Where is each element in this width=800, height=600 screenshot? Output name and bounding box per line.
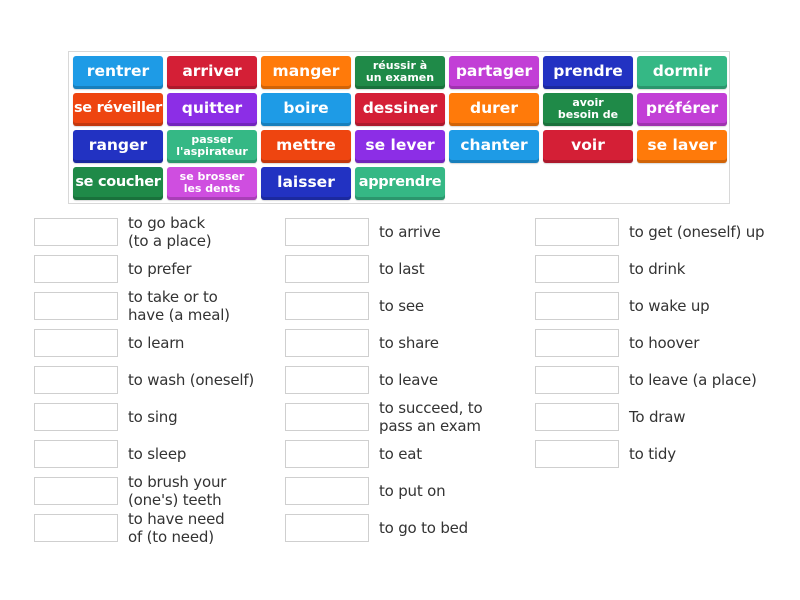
definition-label: to succeed, to pass an exam [379,399,483,435]
drop-slot[interactable] [285,440,369,468]
drop-slot[interactable] [34,440,118,468]
word-tile[interactable]: chanter [449,130,539,163]
word-tile[interactable]: rentrer [73,56,163,89]
definition-label: to put on [379,482,446,500]
drop-slot[interactable] [535,255,619,283]
word-tile[interactable]: prendre [543,56,633,89]
word-tile[interactable]: se lever [355,130,445,163]
drop-slot[interactable] [34,514,118,542]
drop-slot[interactable] [34,403,118,431]
definition-label: to see [379,297,424,315]
word-tile[interactable]: dessiner [355,93,445,126]
drop-slot[interactable] [34,366,118,394]
definition-label: to get (oneself) up [629,223,765,241]
word-tile[interactable]: apprendre [355,167,445,200]
word-tile[interactable]: durer [449,93,539,126]
definition-label: to share [379,334,439,352]
drop-slot[interactable] [285,218,369,246]
drop-slot[interactable] [535,292,619,320]
definition-label: to arrive [379,223,441,241]
definition-label: to eat [379,445,422,463]
word-tile[interactable]: se réveiller [73,93,163,126]
drop-slot[interactable] [535,366,619,394]
drop-slot[interactable] [34,477,118,505]
definition-label: to drink [629,260,686,278]
definition-label: to wake up [629,297,710,315]
word-tile[interactable]: ranger [73,130,163,163]
definition-label: to have need of (to need) [128,510,225,546]
word-tile[interactable]: se laver [637,130,727,163]
definition-label: to go back (to a place) [128,214,212,250]
drop-slot[interactable] [285,403,369,431]
drop-slot[interactable] [285,477,369,505]
definition-label: to sleep [128,445,187,463]
word-tile[interactable]: voir [543,130,633,163]
definition-label: to go to bed [379,519,468,537]
word-tile[interactable]: préférer [637,93,727,126]
definition-label: to sing [128,408,178,426]
definition-label: to learn [128,334,185,352]
definition-label: to tidy [629,445,676,463]
word-tile[interactable]: partager [449,56,539,89]
definition-label: to hoover [629,334,700,352]
drop-slot[interactable] [285,292,369,320]
definition-label: to leave [379,371,438,389]
definition-label: to take or to have (a meal) [128,288,230,324]
drop-slot[interactable] [34,255,118,283]
drop-slot[interactable] [285,329,369,357]
drop-slot[interactable] [535,440,619,468]
drop-slot[interactable] [34,329,118,357]
drop-slot[interactable] [535,403,619,431]
drop-slot[interactable] [285,255,369,283]
drop-slot[interactable] [535,218,619,246]
definition-label: to last [379,260,425,278]
word-tile[interactable]: réussir à un examen [355,56,445,89]
definition-label: to wash (oneself) [128,371,255,389]
definition-label: To draw [629,408,686,426]
word-tile[interactable]: laisser [261,167,351,200]
word-tile[interactable]: mettre [261,130,351,163]
drop-slot[interactable] [34,218,118,246]
drop-slot[interactable] [535,329,619,357]
word-tile[interactable]: boire [261,93,351,126]
definition-label: to brush your (one's) teeth [128,473,227,509]
word-tile[interactable]: se coucher [73,167,163,200]
definition-label: to leave (a place) [629,371,757,389]
word-tile[interactable]: manger [261,56,351,89]
drop-slot[interactable] [285,366,369,394]
drop-slot[interactable] [285,514,369,542]
word-tile[interactable]: se brosser les dents [167,167,257,200]
word-tile[interactable]: passer l'aspirateur [167,130,257,163]
word-tile[interactable]: dormir [637,56,727,89]
word-tile[interactable]: quitter [167,93,257,126]
word-tile[interactable]: avoir besoin de [543,93,633,126]
definition-label: to prefer [128,260,192,278]
drop-slot[interactable] [34,292,118,320]
word-tile[interactable]: arriver [167,56,257,89]
